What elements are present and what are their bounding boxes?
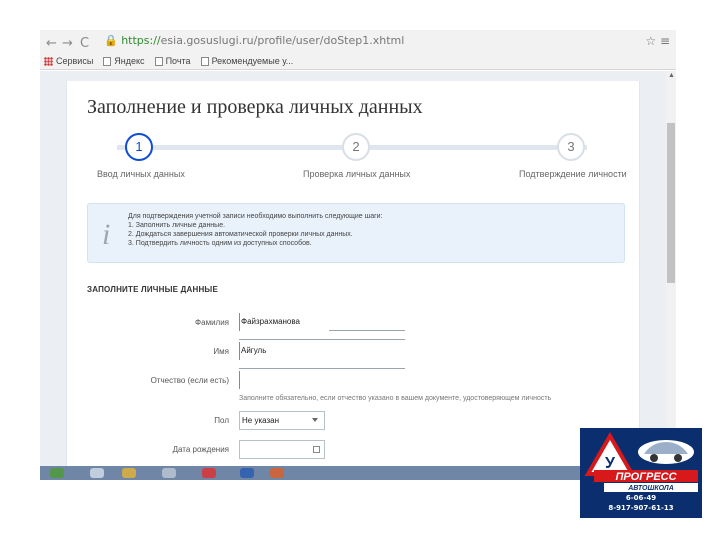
page-icon — [103, 56, 112, 66]
info-intro: Для подтверждения учетной записи необход… — [128, 213, 383, 220]
patronymic-label: Отчество (если есть) — [150, 376, 229, 385]
url-scheme: https:// — [121, 34, 161, 47]
logo-subtitle: АВТОШКОЛА — [627, 485, 674, 492]
info-step-2: 2. Дождаться завершения автоматической п… — [128, 231, 353, 238]
page-icon — [154, 56, 163, 66]
info-step-3: 3. Подтвердить личность одним из доступн… — [128, 240, 312, 247]
field-edge — [239, 342, 240, 360]
browser-toolbar: ← → C 🔒 https://esia.gosuslugi.ru/profil… — [40, 30, 676, 70]
star-icon[interactable]: ☆ — [645, 34, 656, 48]
forward-button[interactable]: → — [62, 36, 73, 51]
logo-phone-1: 6-06-49 — [625, 494, 657, 502]
bookmark-mail[interactable]: Почта — [154, 56, 191, 66]
powerpoint-icon[interactable] — [270, 468, 284, 478]
info-icon: i — [102, 218, 111, 251]
logo-emblem-icon: У ПРОГРЕСС АВТОШКОЛА — [580, 428, 702, 494]
section-title: ЗАПОЛНИТЕ ЛИЧНЫЕ ДАННЫЕ — [87, 285, 218, 294]
bookmarks-bar: Сервисы Яндекс Почта Рекомендуемые у... — [44, 54, 293, 68]
dob-label: Дата рождения — [172, 445, 229, 454]
field-edge — [239, 371, 240, 389]
step-3-circle: 3 — [557, 133, 585, 161]
logo-letter: У — [605, 455, 616, 472]
field-edge — [239, 313, 240, 331]
gender-select[interactable]: Не указан — [239, 411, 325, 430]
opera-icon[interactable] — [202, 468, 216, 478]
back-button[interactable]: ← — [46, 36, 57, 51]
folder-icon[interactable] — [122, 468, 136, 478]
bookmark-recommended[interactable]: Рекомендуемые у... — [200, 56, 293, 66]
info-box: i Для подтверждения учетной записи необх… — [87, 203, 625, 263]
driving-school-logo: У ПРОГРЕСС АВТОШКОЛА 6-06-49 8-917-907-6… — [580, 428, 702, 518]
step-2-label: Проверка личных данных — [303, 169, 411, 179]
chevron-down-icon — [312, 418, 318, 422]
word-icon[interactable] — [240, 468, 254, 478]
bookmark-yandex[interactable]: Яндекс — [103, 56, 145, 66]
page-icon — [200, 56, 209, 66]
first-name-field[interactable]: Айгуль — [239, 342, 405, 360]
dob-field[interactable] — [239, 440, 325, 459]
calendar-icon[interactable] — [313, 446, 320, 453]
app-icon[interactable] — [162, 468, 176, 478]
logo-name: ПРОГРЕСС — [615, 471, 677, 483]
menu-icon[interactable]: ≡ — [660, 34, 670, 48]
scroll-thumb[interactable] — [667, 123, 675, 283]
first-name-topline — [239, 339, 405, 340]
page-viewport: Заполнение и проверка личных данных 1 2 … — [40, 71, 676, 466]
step-1-label: Ввод личных данных — [97, 169, 185, 179]
gender-value: Не указан — [242, 416, 280, 425]
step-1-circle: 1 — [125, 133, 153, 161]
last-name-label: Фамилия — [195, 318, 229, 327]
bookmark-apps[interactable]: Сервисы — [44, 56, 93, 66]
start-icon[interactable] — [50, 468, 64, 478]
patronymic-topline — [239, 368, 405, 369]
url-text: esia.gosuslugi.ru/profile/user/doStep1.x… — [160, 34, 405, 47]
gender-label: Пол — [214, 416, 229, 425]
lock-icon: 🔒 — [104, 34, 118, 47]
explorer-icon[interactable] — [90, 468, 104, 478]
last-name-value: Файзрахманова — [241, 317, 300, 326]
scroll-up-icon[interactable]: ▲ — [668, 72, 675, 79]
first-name-value: Айгуль — [241, 346, 267, 355]
page-title: Заполнение и проверка личных данных — [87, 96, 423, 118]
step-2-circle: 2 — [342, 133, 370, 161]
patronymic-hint: Заполните обязательно, если отчество ука… — [239, 395, 552, 402]
address-bar[interactable]: 🔒 https://esia.gosuslugi.ru/profile/user… — [104, 34, 664, 52]
info-step-1: 1. Заполнить личные данные. — [128, 222, 226, 229]
apps-icon — [44, 56, 53, 66]
reload-button[interactable]: C — [80, 36, 89, 51]
info-text: Для подтверждения учетной записи необход… — [128, 212, 383, 248]
logo-phone-2: 8-917-907-61-13 — [608, 504, 674, 512]
vertical-scrollbar[interactable]: ▲ — [666, 71, 676, 466]
first-name-label: Имя — [213, 347, 229, 356]
last-name-field[interactable]: Файзрахманова — [239, 313, 405, 331]
chrome-actions: ☆ ≡ — [645, 34, 670, 48]
step-3-label: Подтверждение личности — [519, 169, 627, 179]
patronymic-field[interactable] — [239, 371, 405, 389]
form-card: Заполнение и проверка личных данных 1 2 … — [66, 81, 640, 466]
last-name-underline — [329, 330, 405, 331]
